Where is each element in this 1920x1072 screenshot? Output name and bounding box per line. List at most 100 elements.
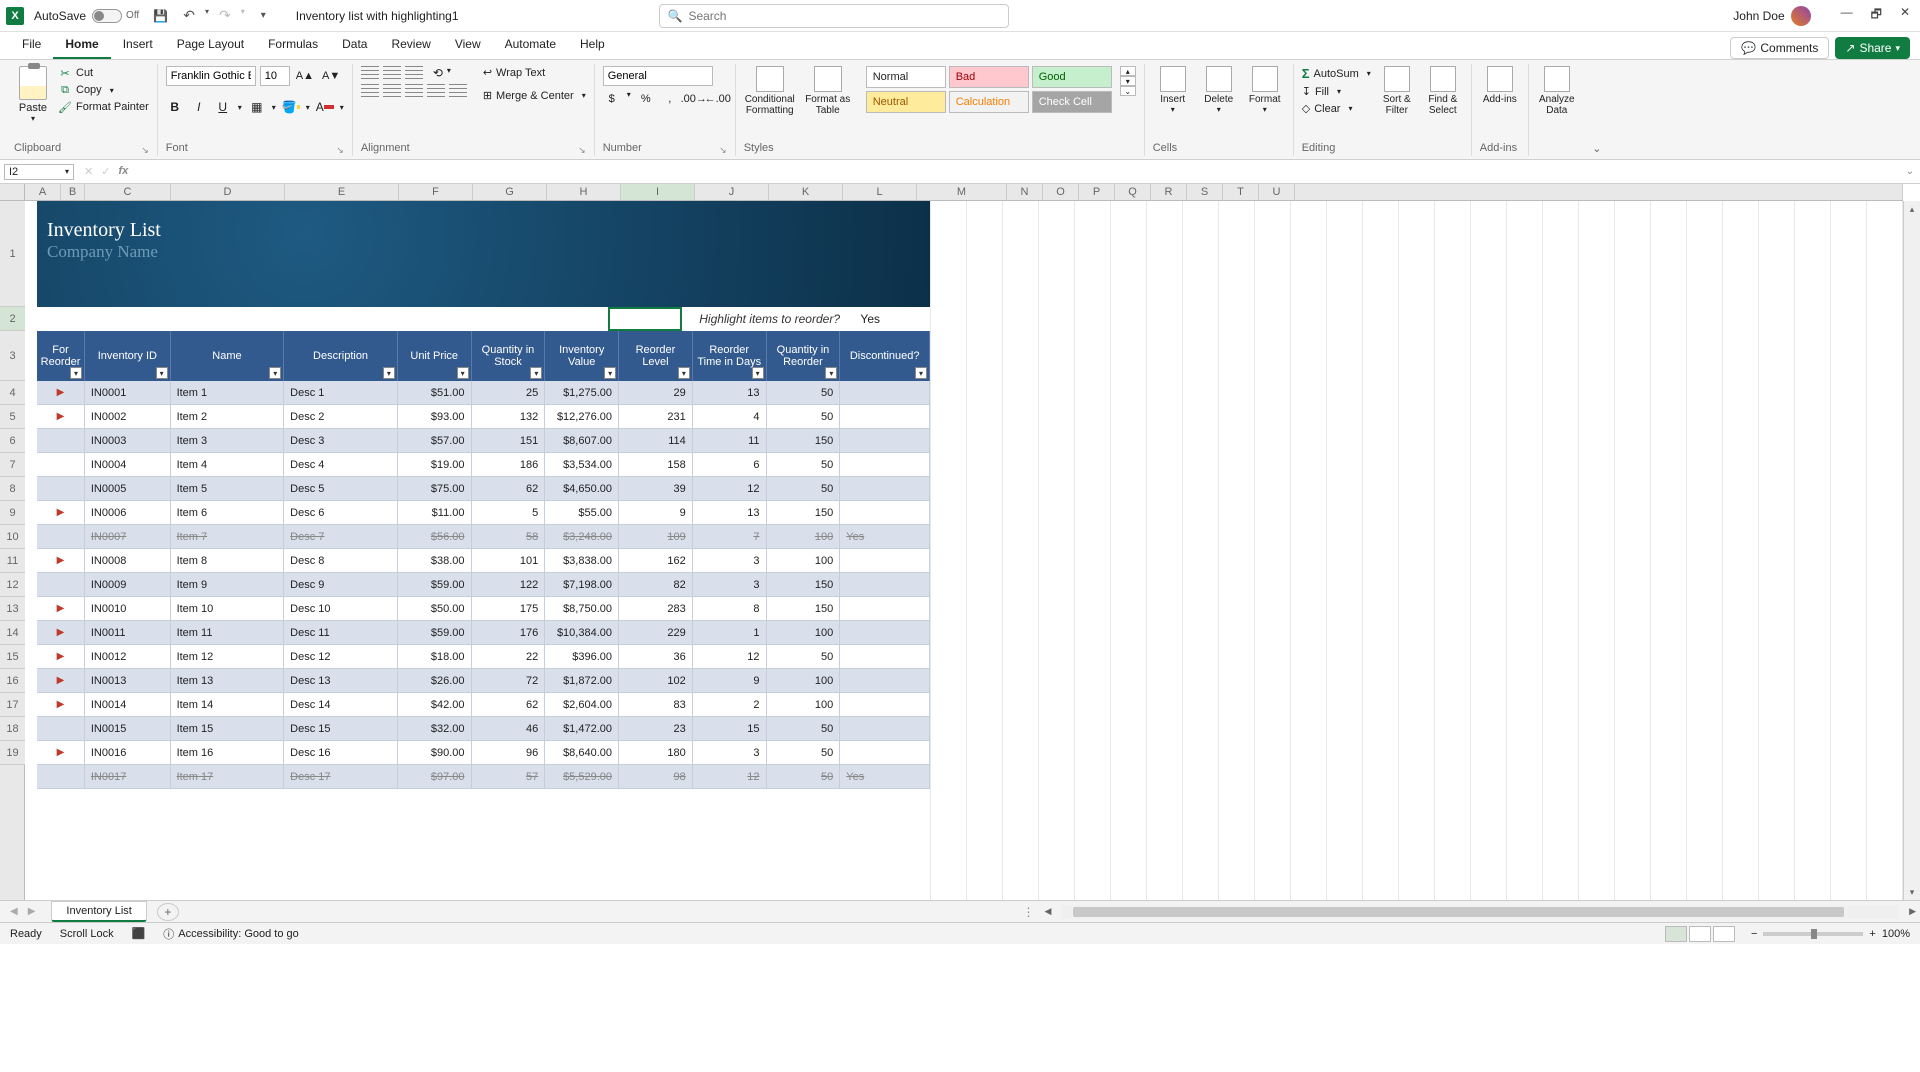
formula-bar-input[interactable] xyxy=(134,166,1900,178)
table-cell[interactable]: $55.00 xyxy=(545,501,619,524)
hscroll-left-button[interactable]: ◀ xyxy=(1041,906,1056,917)
table-cell[interactable] xyxy=(840,405,930,428)
table-cell[interactable]: IN0016 xyxy=(85,741,171,764)
table-cell[interactable]: 150 xyxy=(767,501,841,524)
ribbon-tab-page-layout[interactable]: Page Layout xyxy=(165,31,256,59)
row-header-2[interactable]: 2 xyxy=(0,307,25,331)
col-header-U[interactable]: U xyxy=(1259,184,1295,200)
restore-button[interactable]: 🗗 xyxy=(1871,5,1882,26)
table-cell[interactable]: 100 xyxy=(767,525,841,548)
col-header-E[interactable]: E xyxy=(285,184,399,200)
row-header-11[interactable]: 11 xyxy=(0,549,25,573)
font-color-button[interactable]: A xyxy=(316,98,334,116)
table-cell[interactable]: 36 xyxy=(619,645,693,668)
table-cell[interactable]: $42.00 xyxy=(398,693,472,716)
table-cell[interactable]: 2 xyxy=(693,693,767,716)
table-cell[interactable]: Item 7 xyxy=(171,525,285,548)
table-cell[interactable]: $3,248.00 xyxy=(545,525,619,548)
zoom-slider[interactable] xyxy=(1763,932,1863,936)
table-cell[interactable]: 150 xyxy=(767,573,841,596)
table-cell[interactable]: $57.00 xyxy=(398,429,472,452)
table-cell[interactable]: $396.00 xyxy=(545,645,619,668)
table-row[interactable]: ▶IN0011Item 11Desc 11$59.00176$10,384.00… xyxy=(37,621,930,645)
macro-record-icon[interactable]: ⬛ xyxy=(132,927,146,940)
page-break-view-button[interactable] xyxy=(1713,926,1735,942)
table-cell[interactable]: 100 xyxy=(767,549,841,572)
ribbon-tab-data[interactable]: Data xyxy=(330,31,379,59)
table-cell[interactable]: $1,472.00 xyxy=(545,717,619,740)
underline-dropdown-icon[interactable]: ▾ xyxy=(238,103,242,112)
table-cell[interactable]: ▶ xyxy=(37,693,85,716)
table-cell[interactable]: 13 xyxy=(693,501,767,524)
table-cell[interactable]: IN0008 xyxy=(85,549,171,572)
table-cell[interactable]: $5,529.00 xyxy=(545,765,619,788)
fill-dropdown2-icon[interactable]: ▾ xyxy=(1337,87,1341,96)
table-cell[interactable]: 6 xyxy=(693,453,767,476)
table-cell[interactable]: $3,838.00 xyxy=(545,549,619,572)
redo-dropdown-icon[interactable]: ▾ xyxy=(241,7,245,24)
col-header-D[interactable]: D xyxy=(171,184,285,200)
align-left-button[interactable] xyxy=(361,84,379,98)
document-name[interactable]: Inventory list with highlighting1 xyxy=(296,9,459,23)
table-cell[interactable]: IN0017 xyxy=(85,765,171,788)
clipboard-launcher-icon[interactable]: ↘ xyxy=(141,145,149,156)
table-cell[interactable]: $26.00 xyxy=(398,669,472,692)
table-cell[interactable]: Item 16 xyxy=(171,741,285,764)
table-cell[interactable]: 82 xyxy=(619,573,693,596)
minimize-button[interactable]: — xyxy=(1841,5,1853,26)
align-center-button[interactable] xyxy=(383,84,401,98)
zoom-in-button[interactable]: + xyxy=(1869,928,1875,940)
zoom-out-button[interactable]: − xyxy=(1751,928,1757,940)
table-header[interactable]: Quantity in Reorder▾ xyxy=(767,331,841,381)
clear-button[interactable]: ◇Clear▾ xyxy=(1302,102,1371,115)
table-cell[interactable]: Item 13 xyxy=(171,669,285,692)
gallery-down-icon[interactable]: ▾ xyxy=(1120,76,1136,86)
table-cell[interactable]: Desc 3 xyxy=(284,429,398,452)
table-header[interactable]: Unit Price▾ xyxy=(398,331,472,381)
table-cell[interactable] xyxy=(840,621,930,644)
row-header-12[interactable]: 12 xyxy=(0,573,25,597)
table-cell[interactable]: $51.00 xyxy=(398,381,472,404)
table-cell[interactable]: ▶ xyxy=(37,381,85,404)
align-right-button[interactable] xyxy=(405,84,423,98)
table-header[interactable]: Discontinued?▾ xyxy=(840,331,930,381)
table-row[interactable]: IN0005Item 5Desc 5$75.0062$4,650.0039125… xyxy=(37,477,930,501)
comments-button[interactable]: 💬 Comments xyxy=(1730,37,1829,59)
col-header-R[interactable]: R xyxy=(1151,184,1187,200)
table-row[interactable]: IN0017Item 17Desc 17$97.0057$5,529.00981… xyxy=(37,765,930,789)
table-row[interactable]: IN0004Item 4Desc 4$19.00186$3,534.001586… xyxy=(37,453,930,477)
filter-dropdown-icon[interactable]: ▾ xyxy=(70,367,82,379)
table-cell[interactable]: Desc 10 xyxy=(284,597,398,620)
col-header-I[interactable]: I xyxy=(621,184,695,200)
table-cell[interactable]: 62 xyxy=(472,477,546,500)
col-header-A[interactable]: A xyxy=(25,184,61,200)
table-cell[interactable]: $8,750.00 xyxy=(545,597,619,620)
style-check-cell[interactable]: Check Cell xyxy=(1032,91,1112,113)
table-cell[interactable]: $59.00 xyxy=(398,573,472,596)
row-header-19[interactable]: 19 xyxy=(0,741,25,765)
delete-cells-button[interactable]: Delete▾ xyxy=(1199,66,1239,114)
table-cell[interactable]: 29 xyxy=(619,381,693,404)
table-row[interactable]: ▶IN0001Item 1Desc 1$51.0025$1,275.002913… xyxy=(37,381,930,405)
table-cell[interactable]: ▶ xyxy=(37,669,85,692)
share-button[interactable]: ↗ Share ▾ xyxy=(1835,37,1910,59)
sheet-tab-inventory[interactable]: Inventory List xyxy=(51,901,146,922)
table-cell[interactable]: IN0011 xyxy=(85,621,171,644)
table-cell[interactable]: 12 xyxy=(693,645,767,668)
table-row[interactable]: IN0007Item 7Desc 7$56.0058$3,248.0010971… xyxy=(37,525,930,549)
horizontal-scrollbar[interactable] xyxy=(1061,905,1899,919)
table-header[interactable]: Inventory ID▾ xyxy=(85,331,171,381)
filter-dropdown-icon[interactable]: ▾ xyxy=(678,367,690,379)
conditional-formatting-button[interactable]: Conditional Formatting xyxy=(744,66,796,116)
table-cell[interactable] xyxy=(37,717,85,740)
table-header[interactable]: Reorder Time in Days▾ xyxy=(693,331,767,381)
table-cell[interactable]: IN0015 xyxy=(85,717,171,740)
col-header-N[interactable]: N xyxy=(1007,184,1043,200)
table-cell[interactable]: Item 9 xyxy=(171,573,285,596)
row-header-5[interactable]: 5 xyxy=(0,405,25,429)
undo-button[interactable]: ↶ xyxy=(183,7,195,24)
format-painter-button[interactable]: 🖌Format Painter xyxy=(58,100,149,114)
table-cell[interactable]: ▶ xyxy=(37,621,85,644)
redo-button[interactable]: ↷ xyxy=(219,7,231,24)
table-cell[interactable]: Item 10 xyxy=(171,597,285,620)
